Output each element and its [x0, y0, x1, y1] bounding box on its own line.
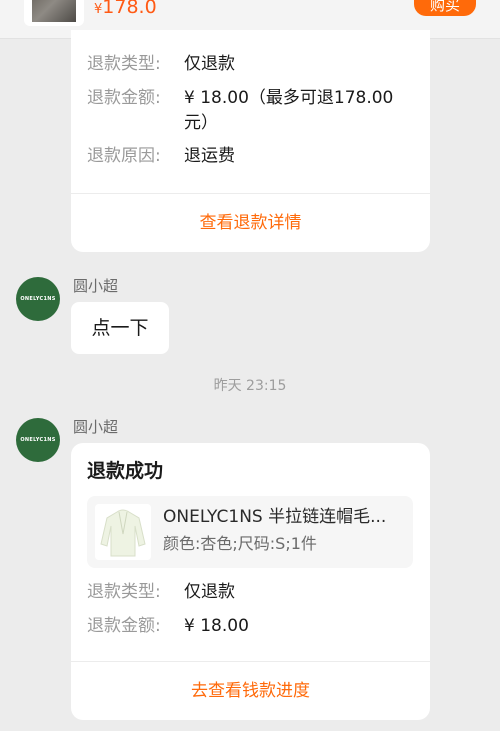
refund-type-value: 仅退款 — [184, 582, 235, 602]
card-divider — [71, 193, 430, 194]
product-image — [32, 0, 76, 22]
hoodie-icon — [95, 504, 151, 560]
refund-type-value: 仅退款 — [184, 54, 235, 74]
card-divider — [71, 661, 430, 662]
message-timestamp: 昨天 23:15 — [213, 378, 287, 394]
product-image — [95, 504, 151, 560]
refund-success-card[interactable]: 退款成功 ONELYC1NS 半拉链连帽毛... 颜色:杏色;尺码:S;1件 退… — [71, 443, 430, 720]
refund-amount-label: 退款金额: — [87, 616, 161, 636]
avatar[interactable]: ONELYC1NS — [16, 418, 60, 462]
refund-amount-label: 退款金额: — [87, 88, 161, 108]
sender-name: 圆小超 — [73, 418, 119, 436]
product-spec: 颜色:杏色;尺码:S;1件 — [163, 534, 317, 553]
card-title: 退款成功 — [87, 460, 164, 482]
product-thumbnail[interactable] — [24, 0, 84, 26]
refund-card: 退款类型: 仅退款 退款金额: ¥ 18.00（最多可退178.00 元） 退款… — [71, 30, 430, 252]
price-value: 178.0 — [102, 0, 157, 18]
refund-type-label: 退款类型: — [87, 582, 161, 602]
refund-amount-value-cont: 元） — [184, 113, 218, 133]
view-refund-progress-link[interactable]: 去查看钱款进度 — [71, 679, 430, 703]
product-price: ¥178.0 — [94, 0, 157, 23]
sender-name: 圆小超 — [73, 277, 119, 295]
refund-reason-value: 退运费 — [184, 146, 235, 166]
view-refund-details-link[interactable]: 查看退款详情 — [71, 211, 430, 235]
buy-button[interactable]: 购买 — [414, 0, 476, 16]
refund-amount-value: ¥ 18.00（最多可退178.00 — [184, 88, 394, 108]
refund-type-label: 退款类型: — [87, 54, 161, 74]
product-name: ONELYC1NS 半拉链连帽毛... — [163, 507, 387, 527]
message-bubble[interactable]: 点一下 — [71, 302, 169, 354]
product-summary[interactable]: ONELYC1NS 半拉链连帽毛... 颜色:杏色;尺码:S;1件 — [87, 496, 413, 568]
avatar[interactable]: ONELYC1NS — [16, 277, 60, 321]
refund-reason-label: 退款原因: — [87, 146, 161, 166]
refund-amount-value: ¥ 18.00 — [184, 616, 249, 636]
